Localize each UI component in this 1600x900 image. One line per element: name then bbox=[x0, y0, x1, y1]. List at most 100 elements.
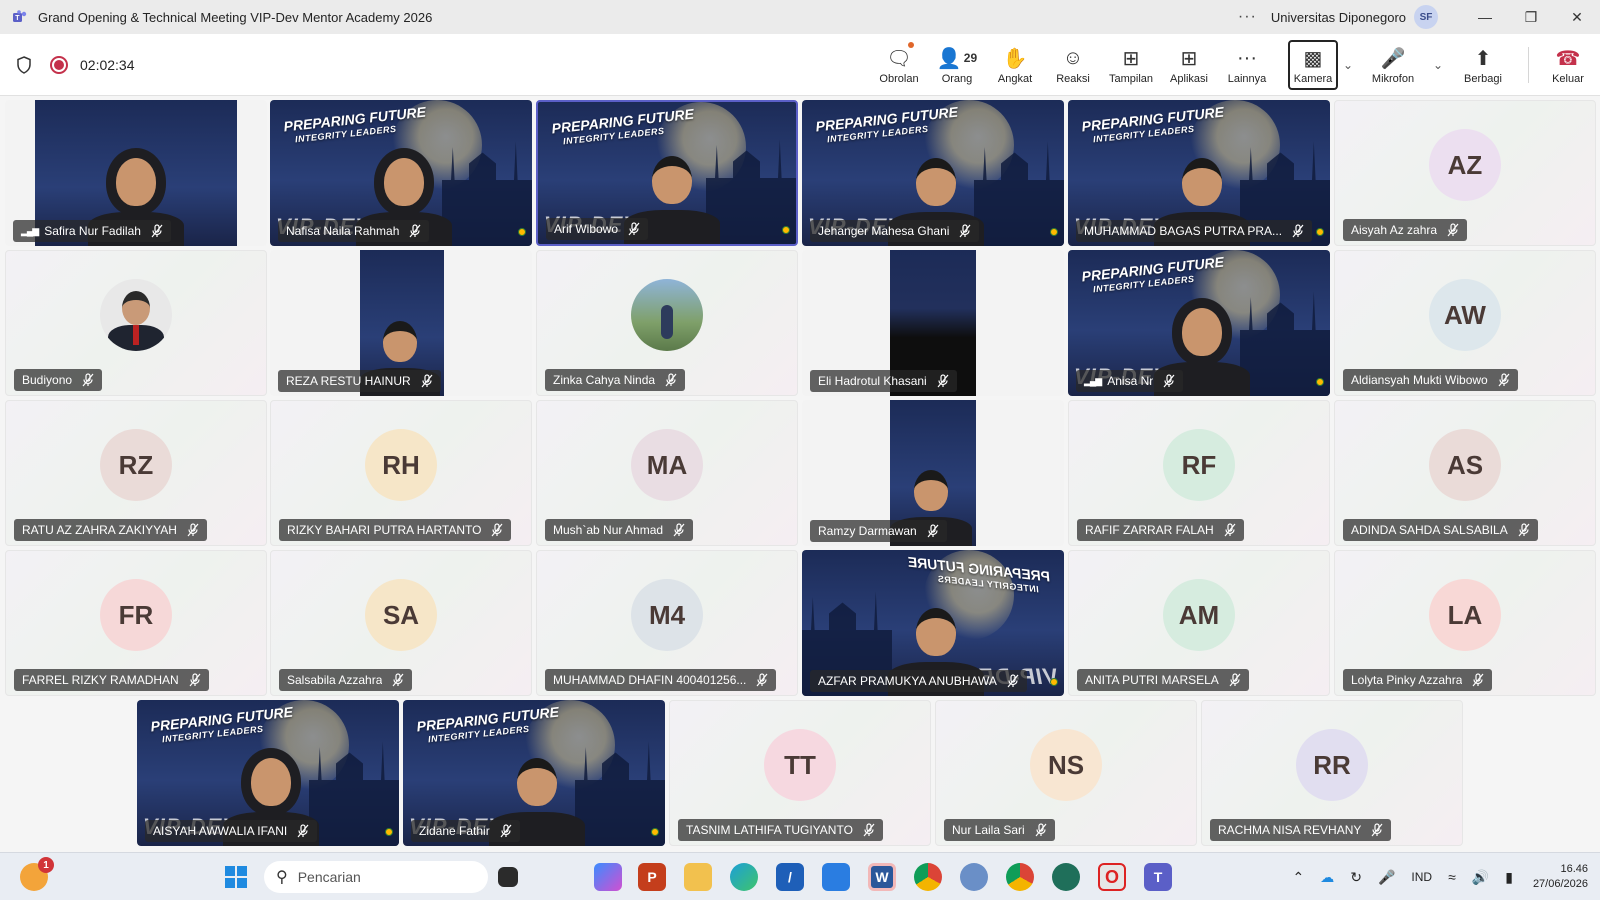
participant-tile[interactable]: PREPARING FUTUREINTEGRITY LEADERSVIP-DEV… bbox=[802, 100, 1064, 246]
more-button[interactable]: ··· Lainnya bbox=[1218, 38, 1276, 92]
participant-tile[interactable]: PREPARING FUTUREINTEGRITY LEADERSVIP-DEV… bbox=[802, 550, 1064, 696]
participant-name: AZFAR PRAMUKYA ANUBHAWA bbox=[818, 674, 997, 688]
apps-button[interactable]: ⊞ Aplikasi bbox=[1160, 38, 1218, 92]
participant-tile[interactable]: RF RAFIF ZARRAR FALAH bbox=[1068, 400, 1330, 546]
participant-name-label: Ramzy Darmawan bbox=[810, 520, 947, 542]
participant-name-label: MUHAMMAD BAGAS PUTRA PRA... bbox=[1076, 220, 1313, 242]
volume-icon[interactable]: 🔊 bbox=[1472, 869, 1489, 886]
mic-muted-icon bbox=[756, 673, 768, 687]
task-view-icon[interactable] bbox=[498, 867, 518, 887]
restore-icon[interactable]: ❐ bbox=[1508, 0, 1554, 34]
participant-name: Nur Laila Sari bbox=[952, 823, 1025, 837]
window-title: Grand Opening & Technical Meeting VIP-De… bbox=[38, 9, 433, 25]
signal-strength-icon: ▂▄▆ bbox=[21, 225, 39, 236]
powerpoint-icon[interactable]: P bbox=[638, 863, 666, 891]
participant-tile[interactable]: AW Aldiansyah Mukti Wibowo bbox=[1334, 250, 1596, 396]
clock[interactable]: 16.46 27/06/2026 bbox=[1533, 862, 1588, 892]
participant-name-label: Nafisa Naila Rahmah bbox=[278, 220, 430, 242]
edge-icon[interactable] bbox=[730, 863, 758, 891]
mic-muted-icon bbox=[1007, 674, 1019, 688]
participant-tile[interactable]: LA Lolyta Pinky Azzahra bbox=[1334, 550, 1596, 696]
more-options-button[interactable]: ··· bbox=[1238, 8, 1257, 26]
user-avatar[interactable]: SF bbox=[1414, 5, 1438, 29]
participant-tile[interactable]: AZ Aisyah Az zahra bbox=[1334, 100, 1596, 246]
react-button[interactable]: ☺ Reaksi bbox=[1044, 38, 1102, 92]
chrome-icon[interactable] bbox=[914, 863, 942, 891]
start-icon[interactable] bbox=[222, 863, 250, 891]
participant-name-label: Aisyah Az zahra bbox=[1343, 219, 1468, 241]
participant-tile[interactable]: PREPARING FUTUREINTEGRITY LEADERSVIP-DEV… bbox=[1068, 100, 1330, 246]
participant-tile[interactable]: MA Mush`ab Nur Ahmad bbox=[536, 400, 798, 546]
participant-tile[interactable]: PREPARING FUTUREINTEGRITY LEADERSVIP-DEV… bbox=[1068, 250, 1330, 396]
participant-name-label: Zinka Cahya Ninda bbox=[545, 369, 686, 391]
word-icon[interactable]: W bbox=[868, 863, 896, 891]
participant-tile[interactable]: PREPARING FUTUREINTEGRITY LEADERSVIP-DEV… bbox=[536, 100, 798, 246]
mic-muted-tray-icon[interactable]: 🎤 bbox=[1378, 869, 1395, 886]
participant-tile[interactable]: Eli Hadrotul Khasani bbox=[802, 250, 1064, 396]
file-explorer-icon[interactable] bbox=[684, 863, 712, 891]
minimize-icon[interactable]: — bbox=[1462, 0, 1508, 34]
teams-taskbar-icon[interactable]: T bbox=[1144, 863, 1172, 891]
opera-icon[interactable]: O bbox=[1098, 863, 1126, 891]
participant-tile[interactable]: AM ANITA PUTRI MARSELA bbox=[1068, 550, 1330, 696]
presence-status-icon bbox=[1316, 378, 1324, 386]
participant-tile[interactable]: TT TASNIM LATHIFA TUGIYANTO bbox=[669, 700, 931, 846]
participant-tile[interactable]: NS Nur Laila Sari bbox=[935, 700, 1197, 846]
globe-icon[interactable] bbox=[960, 863, 988, 891]
chat-button[interactable]: 🗨 Obrolan bbox=[870, 38, 928, 92]
participant-tile[interactable]: FR FARREL RIZKY RAMADHAN bbox=[5, 550, 267, 696]
editor-icon[interactable]: / bbox=[776, 863, 804, 891]
store-icon[interactable] bbox=[822, 863, 850, 891]
participant-tile[interactable]: RZ RATU AZ ZAHRA ZAKIYYAH bbox=[5, 400, 267, 546]
participant-name-label: ▂▄▆ Safira Nur Fadilah bbox=[13, 220, 171, 242]
avatar-initials: RR bbox=[1296, 729, 1368, 801]
camera-options-chevron-icon[interactable]: ⌄ bbox=[1338, 58, 1358, 72]
view-button[interactable]: ⊞ Tampilan bbox=[1102, 38, 1160, 92]
participant-name: MUHAMMAD DHAFIN 400401256... bbox=[553, 673, 747, 687]
participant-name: Nafisa Naila Rahmah bbox=[286, 224, 400, 238]
wifi-icon[interactable]: ≈ bbox=[1448, 869, 1456, 885]
share-button[interactable]: ⬆ Berbagi bbox=[1448, 38, 1518, 92]
chrome-profile-icon[interactable] bbox=[1006, 863, 1034, 891]
close-icon[interactable]: ✕ bbox=[1554, 0, 1600, 34]
raise-hand-button[interactable]: ✋ Angkat bbox=[986, 38, 1044, 92]
onedrive-icon[interactable]: ☁ bbox=[1320, 869, 1334, 886]
participant-tile[interactable]: Budiyono bbox=[5, 250, 267, 396]
avatar-initials: LA bbox=[1429, 579, 1501, 651]
participant-tile[interactable]: SA Salsabila Azzahra bbox=[270, 550, 532, 696]
participant-tile[interactable]: AS ADINDA SAHDA SALSABILA bbox=[1334, 400, 1596, 546]
battery-icon[interactable]: ▮ bbox=[1505, 869, 1513, 886]
camera-button[interactable]: ▩ Kamera bbox=[1288, 40, 1338, 90]
participant-name-label: Arif Wibowo bbox=[546, 218, 649, 240]
participant-tile[interactable]: PREPARING FUTUREINTEGRITY LEADERSVIP-DEV… bbox=[137, 700, 399, 846]
participant-tile[interactable]: M4 MUHAMMAD DHAFIN 400401256... bbox=[536, 550, 798, 696]
leave-button[interactable]: ☎ Keluar bbox=[1539, 38, 1597, 92]
people-icon: 👤 bbox=[936, 47, 962, 70]
copilot-icon[interactable] bbox=[594, 863, 622, 891]
participant-tile[interactable]: RH RIZKY BAHARI PUTRA HARTANTO bbox=[270, 400, 532, 546]
participant-tile[interactable]: ▂▄▆ Safira Nur Fadilah bbox=[5, 100, 267, 246]
participant-name-label: REZA RESTU HAINUR bbox=[278, 370, 441, 392]
mic-options-chevron-icon[interactable]: ⌄ bbox=[1428, 58, 1448, 72]
participant-tile[interactable]: Zinka Cahya Ninda bbox=[536, 250, 798, 396]
taskbar-search[interactable]: ⚲ Pencarian bbox=[264, 861, 488, 893]
mic-button[interactable]: 🎤 Mikrofon bbox=[1358, 38, 1428, 92]
participant-name-label: ▂▄▆ Anisa Nr bbox=[1076, 370, 1184, 392]
participant-tile[interactable]: PREPARING FUTUREINTEGRITY LEADERSVIP-DEV… bbox=[270, 100, 532, 246]
participant-tile[interactable]: PREPARING FUTUREINTEGRITY LEADERSVIP-DEV… bbox=[403, 700, 665, 846]
github-desktop-icon[interactable] bbox=[1052, 863, 1080, 891]
participant-name: TASNIM LATHIFA TUGIYANTO bbox=[686, 823, 853, 837]
weather-widget-icon[interactable]: 1 bbox=[20, 857, 54, 891]
avatar-initials: NS bbox=[1030, 729, 1102, 801]
add-app-icon: ⊞ bbox=[1180, 47, 1198, 70]
chevron-up-icon[interactable]: ⌃ bbox=[1293, 869, 1305, 886]
presence-status-icon bbox=[651, 828, 659, 836]
participant-tile[interactable]: Ramzy Darmawan bbox=[802, 400, 1064, 546]
participant-name-label: FARREL RIZKY RAMADHAN bbox=[14, 669, 209, 691]
participant-tile[interactable]: RR RACHMA NISA REVHANY bbox=[1201, 700, 1463, 846]
language-indicator[interactable]: IND bbox=[1411, 870, 1432, 884]
people-button[interactable]: 👤 29 Orang bbox=[928, 38, 986, 92]
sync-icon[interactable]: ↻ bbox=[1350, 869, 1362, 886]
mic-muted-icon bbox=[421, 374, 433, 388]
participant-tile[interactable]: REZA RESTU HAINUR bbox=[270, 250, 532, 396]
